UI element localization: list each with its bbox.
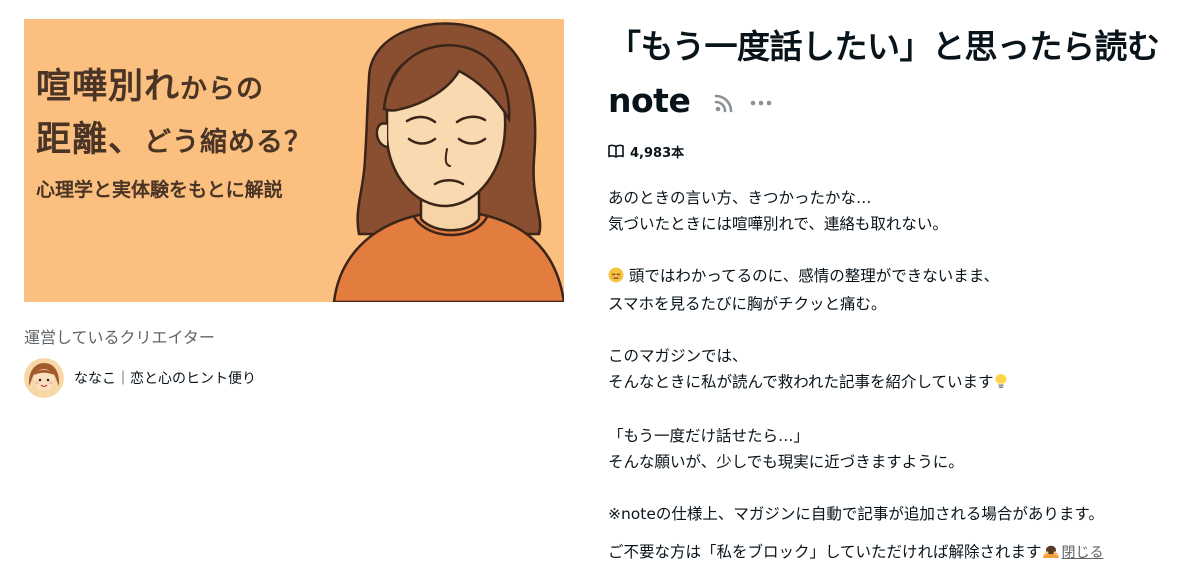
description-paragraph: 頭ではわかってるのに、感情の整理ができないまま、 スマホを見るたびに胸がチクッと…	[608, 263, 1178, 317]
creator-name[interactable]: ななこ｜恋と心のヒント便り	[74, 368, 256, 388]
banner-text: 喧嘩別れからの 距離、どう縮める？ 心理学と実体験をもとに解説	[36, 63, 312, 202]
description-text: このマガジンでは、	[608, 346, 748, 365]
banner-subheadline: 心理学と実体験をもとに解説	[36, 179, 283, 201]
description-text: 気づいたときには喧嘩別れで、連絡も取れない。	[608, 214, 948, 233]
book-icon	[608, 144, 624, 158]
description-text: そんなときに私が読んで救われた記事を紹介しています	[608, 372, 994, 391]
magazine-title: 「もう一度話したい」と思ったら読むnote	[608, 20, 1178, 130]
note-count: 4,983本	[608, 142, 1178, 161]
description-paragraph: あのときの言い方、きつかったかな… 気づいたときには喧嘩別れで、連絡も取れない。	[608, 185, 1178, 237]
magazine-header-image: 喧嘩別れからの 距離、どう縮める？ 心理学と実体験をもとに解説	[24, 19, 564, 302]
title-actions	[713, 76, 773, 130]
close-description-link[interactable]: 閉じる	[1062, 545, 1104, 561]
rss-icon[interactable]	[713, 76, 735, 130]
description-paragraph: ご不要な方は「私をブロック」していただければ解除されます 閉じる	[608, 539, 1178, 567]
banner-headline-line2: 距離、どう縮める？	[36, 114, 312, 169]
description-paragraph: 「もう一度だけ話せたら…」 そんな願いが、少しでも現実に近づきますように。	[608, 423, 1178, 475]
bowing-person-emoji-icon	[1042, 541, 1060, 567]
banner-headline-line1: 喧嘩別れからの	[36, 63, 312, 114]
banner-headline-small: からの	[180, 74, 265, 105]
woman-illustration	[332, 22, 564, 302]
lightbulb-emoji-icon	[994, 371, 1008, 397]
note-count-value: 4,983本	[630, 145, 685, 161]
creator-link[interactable]: ななこ｜恋と心のヒント便り	[24, 358, 564, 398]
description-text: 「もう一度だけ話せたら…」	[608, 426, 810, 445]
sad-face-emoji-icon	[608, 265, 624, 291]
description-text: ※noteの仕様上、マガジンに自動で記事が追加される場合があります。	[608, 504, 1104, 523]
magazine-info-column: 「もう一度話したい」と思ったら読むnote 4,983本 あのときの言い方、きつ…	[608, 20, 1178, 568]
banner-headline-small-2: どう縮める？	[144, 127, 313, 158]
description-paragraph: ※noteの仕様上、マガジンに自動で記事が追加される場合があります。	[608, 501, 1178, 527]
description-text: 頭ではわかってるのに、感情の整理ができないまま、	[624, 266, 1000, 285]
magazine-cover-column: 喧嘩別れからの 距離、どう縮める？ 心理学と実体験をもとに解説 運営しているクリ…	[24, 19, 564, 398]
description-text: スマホを見るたびに胸がチクッと痛む。	[608, 294, 887, 313]
description-paragraph: このマガジンでは、 そんなときに私が読んで救われた記事を紹介しています	[608, 343, 1178, 397]
avatar[interactable]	[24, 358, 64, 398]
magazine-description: あのときの言い方、きつかったかな… 気づいたときには喧嘩別れで、連絡も取れない。…	[608, 185, 1178, 567]
banner-headline-main-2: 距離、	[36, 120, 145, 160]
magazine-title-text: 「もう一度話したい」と思ったら読むnote	[608, 27, 1160, 120]
more-icon[interactable]	[749, 76, 773, 130]
description-text: ご不要な方は「私をブロック」していただければ解除されます	[608, 542, 1042, 561]
description-text: あのときの言い方、きつかったかな…	[608, 188, 872, 207]
description-text: そんな願いが、少しでも現実に近づきますように。	[608, 452, 964, 471]
banner-headline-main: 喧嘩別れ	[36, 67, 181, 107]
creator-section-label: 運営しているクリエイター	[24, 328, 215, 347]
